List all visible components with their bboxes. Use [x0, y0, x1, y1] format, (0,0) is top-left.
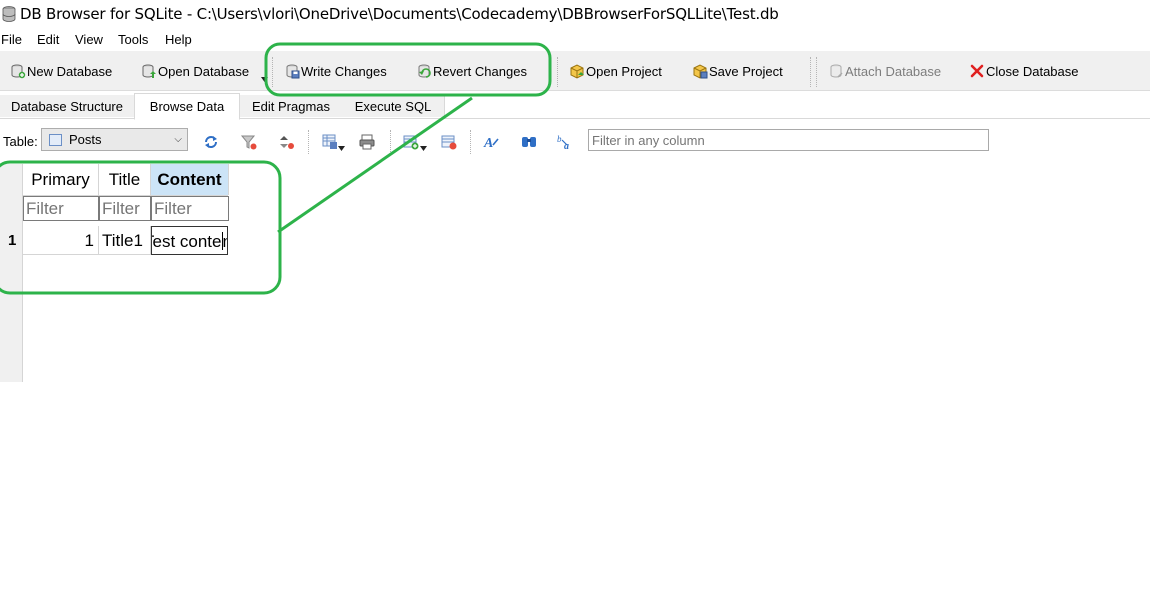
menu-view[interactable]: View — [75, 32, 103, 47]
database-app-icon — [2, 6, 16, 22]
open-project-icon — [570, 64, 584, 79]
close-icon — [970, 64, 984, 78]
data-grid: Primary Title Content 1 1 Title1 Test co… — [0, 164, 1150, 384]
tab-database-structure[interactable]: Database Structure — [0, 95, 135, 117]
filter-content-input[interactable] — [151, 196, 229, 221]
chevron-down-icon: ⌵ — [174, 134, 182, 145]
svg-text:A: A — [483, 136, 493, 151]
print-icon[interactable] — [358, 133, 376, 151]
insert-record-icon[interactable] — [402, 133, 420, 151]
attach-database-icon — [830, 64, 843, 78]
filter-title-input[interactable] — [99, 196, 151, 221]
tab-bar: Database Structure Browse Data Edit Prag… — [0, 93, 1150, 120]
find-replace-icon[interactable]: b a — [557, 133, 575, 151]
tab-label: Database Structure — [10, 98, 123, 114]
revert-changes-button[interactable]: Revert Changes — [416, 62, 527, 80]
content-text-after-cursor: nt — [223, 232, 228, 251]
close-database-button[interactable]: Close Database — [969, 62, 1079, 80]
tab-edit-pragmas[interactable]: Edit Pragmas — [240, 95, 343, 117]
open-project-button[interactable]: Open Project — [569, 62, 662, 80]
delete-record-icon[interactable] — [440, 133, 458, 151]
save-project-icon — [693, 64, 708, 79]
toolbar-separator — [308, 130, 310, 154]
binoculars-icon[interactable] — [520, 133, 538, 151]
new-database-icon — [11, 64, 26, 79]
menu-help[interactable]: Help — [165, 32, 192, 47]
write-changes-button[interactable]: Write Changes — [284, 62, 387, 80]
save-project-button[interactable]: Save Project — [692, 62, 783, 80]
open-database-label: Open Database — [158, 63, 250, 79]
write-changes-label: Write Changes — [301, 63, 387, 79]
open-database-dropdown-icon[interactable] — [261, 77, 268, 82]
column-header-title[interactable]: Title — [99, 164, 151, 195]
filter-primary-input[interactable] — [23, 196, 99, 221]
toolbar-separator — [816, 57, 818, 87]
open-project-label: Open Project — [586, 63, 662, 79]
tab-label: Browse Data — [149, 99, 225, 114]
menu-edit[interactable]: Edit — [37, 32, 59, 47]
window-title: DB Browser for SQLite - C:\Users\vlori\O… — [20, 5, 779, 23]
row-number[interactable]: 1 — [8, 226, 16, 255]
svg-text:b: b — [557, 134, 562, 144]
attach-database-label: Attach Database — [845, 63, 942, 79]
column-header-primary[interactable]: Primary — [23, 164, 99, 195]
filter-any-column-input[interactable] — [588, 129, 989, 151]
menu-bar: File Edit View Tools Help — [0, 30, 1150, 50]
open-database-button[interactable]: Open Database — [141, 62, 249, 80]
open-database-icon — [142, 64, 156, 78]
new-database-label: New Database — [27, 63, 113, 79]
write-changes-icon — [286, 64, 300, 79]
toolbar-separator — [390, 130, 392, 154]
sort-order-icon[interactable] — [278, 133, 296, 151]
menu-file[interactable]: File — [1, 32, 22, 47]
save-table-dropdown-icon[interactable] — [338, 146, 345, 151]
column-header-content[interactable]: Content — [151, 164, 229, 195]
save-project-label: Save Project — [709, 63, 783, 79]
save-table-icon[interactable] — [321, 133, 339, 151]
refresh-icon[interactable] — [202, 133, 220, 151]
find-icon[interactable]: A — [483, 133, 501, 151]
table-cell-title[interactable]: Title1 — [99, 226, 151, 255]
tab-browse-data[interactable]: Browse Data — [134, 93, 240, 120]
attach-database-button[interactable]: Attach Database — [828, 62, 941, 80]
table-select[interactable]: Posts ⌵ — [41, 128, 188, 151]
toolbar-separator — [557, 57, 559, 87]
title-bar: DB Browser for SQLite - C:\Users\vlori\O… — [0, 0, 1150, 28]
clear-filters-icon[interactable] — [240, 133, 258, 151]
tab-label: Execute SQL — [354, 98, 432, 114]
toolbar-separator — [272, 57, 274, 87]
browse-toolbar: Table: Posts ⌵ A b a Filter in any colum… — [0, 126, 1150, 156]
row-header-column — [0, 164, 23, 382]
toolbar-separator — [470, 130, 472, 154]
table-label: Table: — [3, 134, 38, 149]
table-cell-primary[interactable]: 1 — [23, 226, 99, 255]
tab-label: Edit Pragmas — [251, 98, 331, 114]
tab-execute-sql[interactable]: Execute SQL — [342, 95, 445, 117]
table-select-value: Posts — [69, 132, 102, 147]
menu-tools[interactable]: Tools — [118, 32, 148, 47]
new-database-button[interactable]: New Database — [10, 62, 112, 80]
main-toolbar: New Database Open Database Write Changes… — [0, 51, 1150, 91]
revert-changes-label: Revert Changes — [433, 63, 527, 79]
content-text-before-cursor: Test conte — [151, 232, 222, 251]
table-cell-content-editor[interactable]: Test content — [151, 226, 228, 255]
close-database-label: Close Database — [986, 63, 1079, 79]
revert-changes-icon — [418, 64, 431, 78]
toolbar-separator — [810, 57, 812, 87]
table-icon — [49, 133, 62, 146]
insert-record-dropdown-icon[interactable] — [420, 146, 427, 151]
